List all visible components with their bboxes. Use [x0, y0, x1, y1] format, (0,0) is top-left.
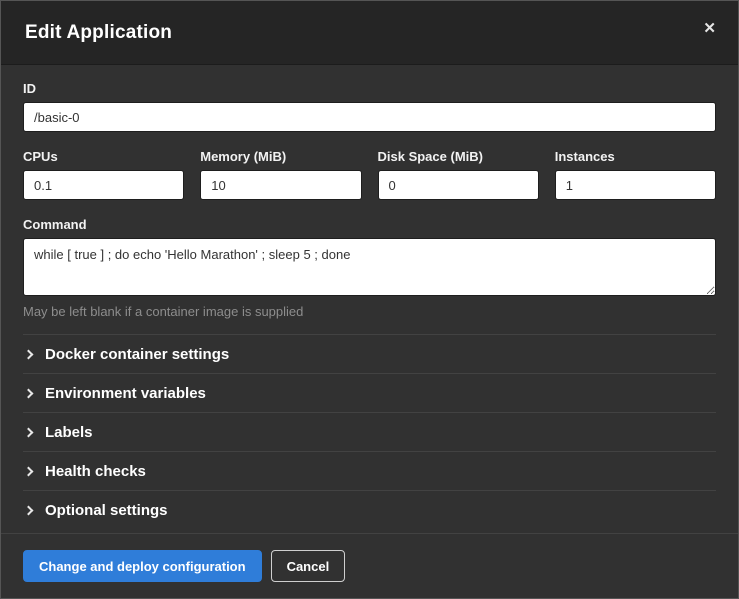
chevron-right-icon — [24, 427, 34, 437]
id-field-group: ID — [23, 81, 716, 132]
modal-body: ID CPUs Memory (MiB) Disk Space (MiB) In… — [1, 65, 738, 533]
memory-label: Memory (MiB) — [200, 149, 361, 164]
edit-application-modal: Edit Application ✕ ID CPUs Memory (MiB) … — [0, 0, 739, 599]
section-optional-settings[interactable]: Optional settings — [23, 490, 716, 529]
modal-header: Edit Application ✕ — [1, 1, 738, 65]
memory-field-group: Memory (MiB) — [200, 149, 361, 200]
close-icon[interactable]: ✕ — [699, 17, 720, 40]
id-label: ID — [23, 81, 716, 96]
modal-footer: Change and deploy configuration Cancel — [1, 533, 738, 598]
instances-field-group: Instances — [555, 149, 716, 200]
disk-space-label: Disk Space (MiB) — [378, 149, 539, 164]
section-label: Docker container settings — [45, 346, 229, 363]
resources-row: CPUs Memory (MiB) Disk Space (MiB) Insta… — [23, 149, 716, 200]
instances-input[interactable] — [555, 170, 716, 200]
collapsible-sections: Docker container settings Environment va… — [23, 334, 716, 529]
instances-label: Instances — [555, 149, 716, 164]
section-docker-container-settings[interactable]: Docker container settings — [23, 334, 716, 373]
command-field-group: Command while [ true ] ; do echo 'Hello … — [23, 217, 716, 319]
section-label: Environment variables — [45, 385, 206, 402]
command-label: Command — [23, 217, 716, 232]
chevron-right-icon — [24, 505, 34, 515]
chevron-right-icon — [24, 388, 34, 398]
section-environment-variables[interactable]: Environment variables — [23, 373, 716, 412]
command-input[interactable]: while [ true ] ; do echo 'Hello Marathon… — [23, 238, 716, 296]
chevron-right-icon — [24, 349, 34, 359]
id-input[interactable] — [23, 102, 716, 132]
section-label: Labels — [45, 424, 93, 441]
change-and-deploy-button[interactable]: Change and deploy configuration — [23, 550, 262, 582]
section-health-checks[interactable]: Health checks — [23, 451, 716, 490]
chevron-right-icon — [24, 466, 34, 476]
cancel-button[interactable]: Cancel — [271, 550, 346, 582]
disk-space-field-group: Disk Space (MiB) — [378, 149, 539, 200]
cpus-input[interactable] — [23, 170, 184, 200]
memory-input[interactable] — [200, 170, 361, 200]
cpus-field-group: CPUs — [23, 149, 184, 200]
section-label: Optional settings — [45, 502, 168, 519]
command-help-text: May be left blank if a container image i… — [23, 304, 716, 319]
section-label: Health checks — [45, 463, 146, 480]
cpus-label: CPUs — [23, 149, 184, 164]
modal-title: Edit Application — [25, 22, 172, 44]
section-labels[interactable]: Labels — [23, 412, 716, 451]
disk-space-input[interactable] — [378, 170, 539, 200]
